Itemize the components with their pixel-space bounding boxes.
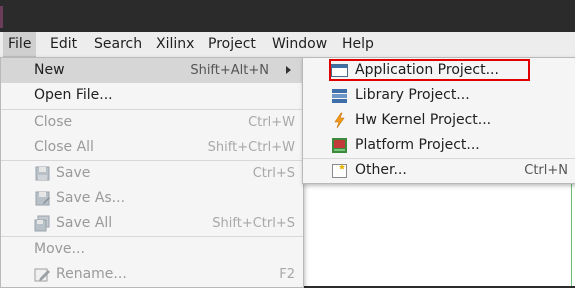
highlight-box	[329, 59, 530, 81]
new-submenu: Application Project... Library Project..…	[302, 57, 575, 184]
menu-project[interactable]: Project	[203, 32, 261, 57]
new-label: New	[34, 62, 65, 78]
file-menu-close[interactable]: Close Ctrl+W	[1, 110, 303, 135]
file-menu-save-as[interactable]: Save As...	[1, 186, 303, 211]
save-as-icon	[35, 191, 50, 206]
file-menu-new[interactable]: New Shift+Alt+N	[1, 58, 303, 83]
file-menu: New Shift+Alt+N Open File... Close Ctrl+…	[0, 57, 304, 288]
file-menu-move[interactable]: Move...	[1, 237, 303, 262]
menu-file[interactable]: File	[3, 32, 37, 57]
save-all-shortcut: Shift+Ctrl+S	[212, 216, 295, 231]
wizard-icon	[332, 164, 347, 178]
close-all-shortcut: Shift+Ctrl+W	[207, 140, 295, 155]
new-shortcut: Shift+Alt+N	[190, 63, 269, 78]
rename-label: Rename...	[56, 266, 127, 282]
menu-xilinx[interactable]: Xilinx	[151, 32, 199, 57]
rename-icon	[34, 268, 50, 282]
window-edge-accent	[0, 6, 3, 28]
other-shortcut: Ctrl+N	[524, 163, 568, 178]
submenu-arrow-icon	[286, 66, 291, 74]
save-as-label: Save As...	[56, 190, 126, 206]
close-all-label: Close All	[34, 139, 94, 155]
editor-area	[303, 180, 575, 286]
submenu-other[interactable]: Other... Ctrl+N	[303, 158, 575, 183]
close-shortcut: Ctrl+W	[248, 115, 295, 130]
menu-search[interactable]: Search	[89, 32, 147, 57]
save-label: Save	[56, 165, 91, 181]
save-all-label: Save All	[56, 215, 113, 231]
window-titlebar	[0, 0, 575, 32]
menu-window[interactable]: Window	[267, 32, 332, 57]
file-menu-open-file[interactable]: Open File...	[1, 83, 303, 108]
platform-project-icon	[332, 138, 347, 153]
file-menu-save-all[interactable]: Save All Shift+Ctrl+S	[1, 211, 303, 236]
save-all-icon	[34, 215, 50, 232]
library-project-label: Library Project...	[355, 87, 470, 103]
submenu-hw-kernel-project[interactable]: Hw Kernel Project...	[303, 108, 575, 133]
file-menu-close-all[interactable]: Close All Shift+Ctrl+W	[1, 135, 303, 160]
save-icon	[35, 166, 50, 181]
save-shortcut: Ctrl+S	[252, 166, 295, 181]
rename-shortcut: F2	[279, 267, 295, 282]
menubar: File Edit Search Xilinx Project Window H…	[0, 32, 575, 58]
submenu-platform-project[interactable]: Platform Project...	[303, 133, 575, 158]
move-label: Move...	[34, 241, 85, 257]
editor-guide-line	[571, 180, 572, 286]
platform-project-label: Platform Project...	[355, 137, 480, 153]
menu-edit[interactable]: Edit	[45, 32, 82, 57]
file-menu-rename[interactable]: Rename... F2	[1, 262, 303, 287]
submenu-library-project[interactable]: Library Project...	[303, 83, 575, 108]
file-menu-save[interactable]: Save Ctrl+S	[1, 161, 303, 186]
open-file-label: Open File...	[34, 87, 113, 103]
submenu-application-project[interactable]: Application Project...	[303, 58, 575, 83]
other-label: Other...	[355, 162, 407, 178]
hw-kernel-project-label: Hw Kernel Project...	[355, 112, 492, 128]
close-label: Close	[34, 114, 73, 130]
menu-help[interactable]: Help	[337, 32, 379, 57]
hw-kernel-icon	[334, 112, 345, 129]
library-project-icon	[332, 89, 347, 103]
